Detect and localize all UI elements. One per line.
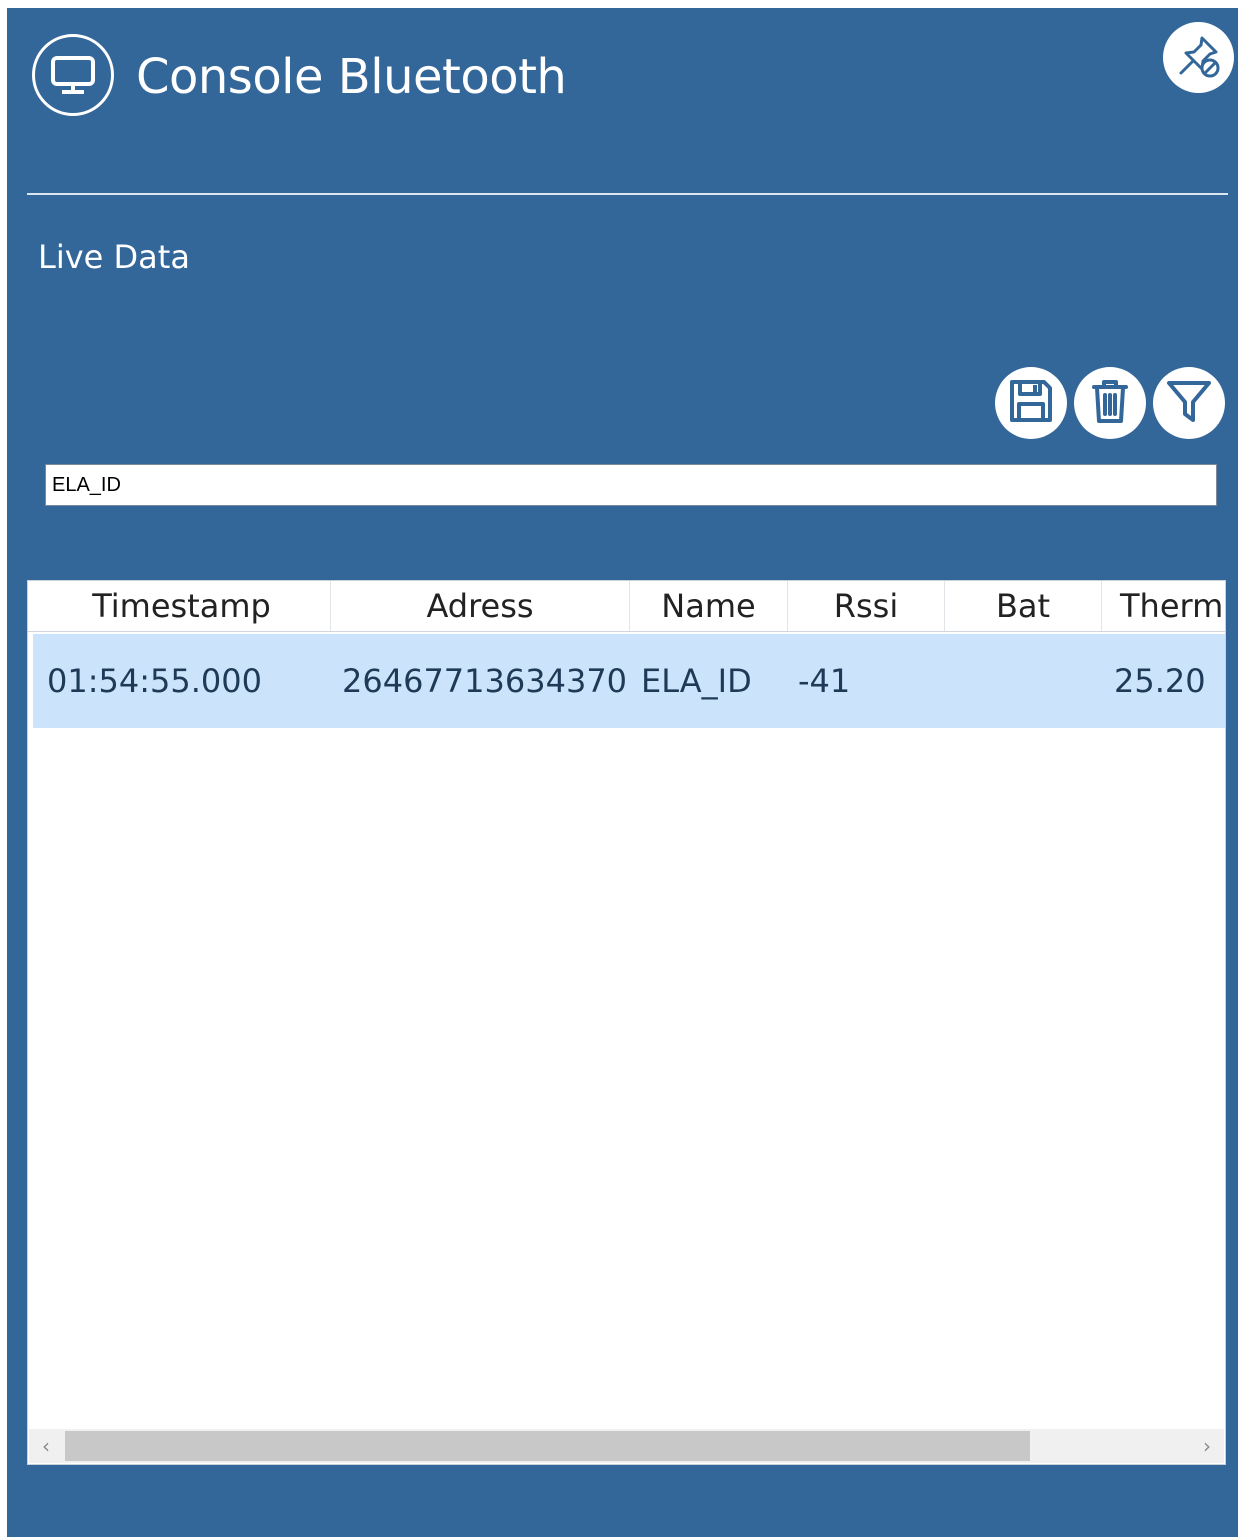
column-header-rssi[interactable]: Rssi xyxy=(788,581,945,631)
table-row[interactable]: 01:54:55.000 26467713634370 ELA_ID -41 2… xyxy=(33,634,1225,728)
header-divider xyxy=(27,193,1228,195)
unpin-icon xyxy=(1175,32,1223,84)
table-header: Timestamp Adress Name Rssi Bat Therm xyxy=(28,581,1225,632)
unpin-button[interactable] xyxy=(1163,22,1234,93)
filter-button[interactable] xyxy=(1153,367,1225,439)
cell-name: ELA_ID xyxy=(641,662,752,700)
floppy-disk-icon xyxy=(1006,376,1056,430)
section-label: Live Data xyxy=(38,238,190,276)
save-button[interactable] xyxy=(995,367,1067,439)
scroll-right-icon[interactable]: › xyxy=(1190,1429,1224,1463)
monitor-icon xyxy=(32,34,114,116)
page-title: Console Bluetooth xyxy=(136,49,567,105)
live-data-table[interactable]: Timestamp Adress Name Rssi Bat Therm 01:… xyxy=(27,580,1226,1465)
scroll-left-icon[interactable]: ‹ xyxy=(29,1429,63,1463)
column-header-bat[interactable]: Bat xyxy=(945,581,1102,631)
cell-rssi: -41 xyxy=(798,662,851,700)
cell-address: 26467713634370 xyxy=(342,662,628,700)
horizontal-scrollbar[interactable]: ‹ › xyxy=(29,1429,1224,1463)
scroll-thumb[interactable] xyxy=(65,1431,1030,1461)
trash-icon xyxy=(1085,376,1135,430)
funnel-icon xyxy=(1164,376,1214,430)
cell-therm: 25.20 xyxy=(1114,662,1206,700)
column-header-address[interactable]: Adress xyxy=(331,581,630,631)
column-header-therm[interactable]: Therm xyxy=(1102,581,1225,631)
column-header-timestamp[interactable]: Timestamp xyxy=(33,581,331,631)
cell-timestamp: 01:54:55.000 xyxy=(47,662,262,700)
filter-input[interactable] xyxy=(45,464,1217,506)
delete-button[interactable] xyxy=(1074,367,1146,439)
column-header-name[interactable]: Name xyxy=(630,581,788,631)
